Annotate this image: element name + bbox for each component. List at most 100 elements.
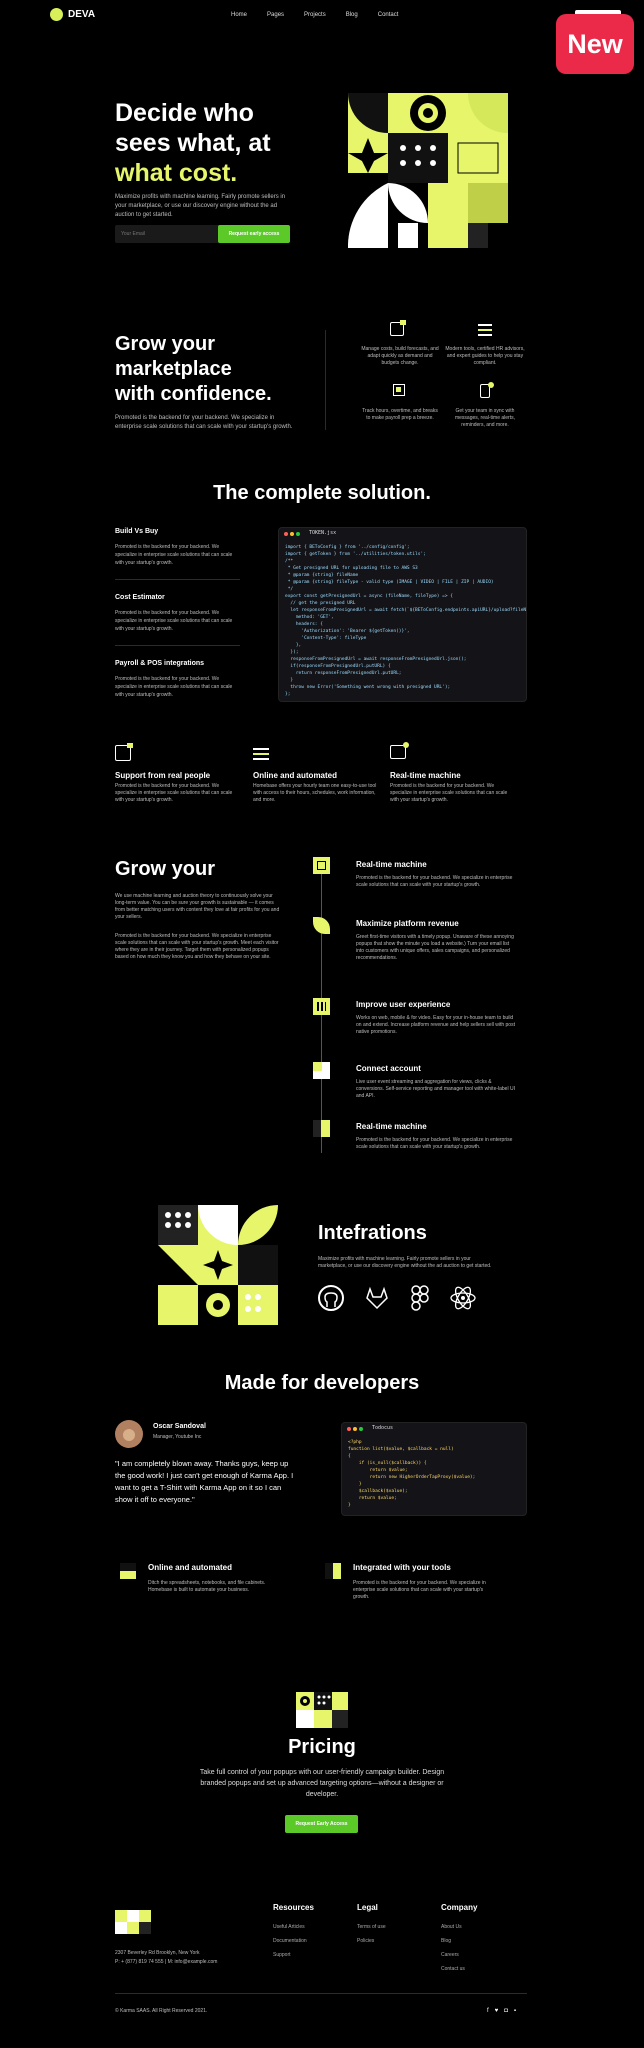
- code-line: $callback($value);: [348, 1489, 408, 1494]
- integrations-description: Maximize profits with machine learning. …: [318, 1256, 492, 1269]
- code-line: */: [285, 587, 294, 592]
- logo-icon[interactable]: [50, 8, 63, 21]
- request-access-button[interactable]: Request early access: [218, 225, 290, 243]
- timeline-grid-icon: [313, 998, 330, 1015]
- figma-icon[interactable]: [410, 1285, 430, 1311]
- footer-link[interactable]: About Us: [441, 1924, 521, 1930]
- code-line: responseFromPresignedUrl = await respons…: [285, 657, 467, 662]
- code-content: import { BEToConfig } from '../config/co…: [285, 544, 527, 698]
- email-input[interactable]: [121, 229, 211, 239]
- integrations-icons: [318, 1285, 476, 1311]
- gitlab-icon[interactable]: [364, 1285, 390, 1311]
- nav-item-home[interactable]: Home: [231, 12, 247, 18]
- chat-icon: [390, 320, 406, 336]
- hero-illustration: [348, 93, 508, 248]
- timeline-paragraph: Promoted is the backend for your backend…: [115, 933, 279, 960]
- linkedin-icon[interactable]: ▪: [514, 2008, 516, 2014]
- brand-name[interactable]: DEVA: [68, 9, 95, 20]
- code-line: function list($value, $callback = null): [348, 1447, 454, 1452]
- feature-block-icon: [120, 1563, 136, 1579]
- divider: [115, 645, 240, 646]
- divider: [115, 579, 240, 580]
- pricing-title: Pricing: [288, 1736, 356, 1758]
- grow-title-line3: with confidence.: [115, 383, 272, 405]
- timeline-item-title: Maximize platform revenue: [356, 919, 459, 928]
- code-line: // get the presigned URL: [285, 601, 356, 606]
- code-line: export const getPresignedUrl = async (fi…: [285, 594, 453, 599]
- hero-description: Maximize profits with machine learning. …: [115, 194, 286, 218]
- footer-link[interactable]: Useful Articles: [273, 1924, 353, 1930]
- code-editor: TOKEN.jsx import { BEToConfig } from '..…: [278, 527, 527, 702]
- pricing-illustration: [296, 1692, 348, 1728]
- feature-title: Real-time machine: [390, 771, 461, 780]
- grow-divider: [325, 330, 326, 430]
- feature-text: Promoted is the backend for your backend…: [390, 783, 508, 803]
- timeline-item-text: Works on web, mobile & for video. Easy f…: [356, 1015, 515, 1035]
- footer-link[interactable]: Terms of use: [357, 1924, 427, 1930]
- new-badge: New: [556, 14, 634, 74]
- social-links: f ♥ ◘ ▪: [487, 2008, 516, 2014]
- feature-block-icon: [325, 1563, 341, 1579]
- code-line: }: [348, 1482, 362, 1487]
- solution-item-text: Promoted is the backend for your backend…: [115, 544, 233, 566]
- code-line: 'Content-Type': fileType: [285, 636, 367, 641]
- testimonial-name: Oscar Sandoval: [153, 1423, 206, 1430]
- timeline-item-title: Connect account: [356, 1064, 421, 1073]
- pricing-cta-button[interactable]: Request Early Access: [285, 1815, 358, 1833]
- footer-link[interactable]: Documentation: [273, 1938, 353, 1944]
- nav-item-blog[interactable]: Blog: [346, 12, 358, 18]
- copyright: © Karma SAAS. All Right Reserved 2021.: [115, 2008, 208, 2014]
- footer-link[interactable]: Careers: [441, 1952, 521, 1958]
- code-line: throw new Error('Something went wrong wi…: [285, 685, 451, 690]
- twitter-icon[interactable]: ♥: [495, 2008, 499, 2014]
- timeline-leaf-icon: [313, 917, 330, 934]
- code-tab[interactable]: Todocus: [372, 1425, 393, 1432]
- code-line: * Get presigned URL for uploading file t…: [285, 566, 418, 571]
- email-form: Request early access: [115, 225, 290, 243]
- react-icon[interactable]: [450, 1285, 476, 1311]
- code-line: <?php: [348, 1440, 362, 1445]
- code-line: if (is_null($callback)) {: [348, 1461, 427, 1466]
- nav-item-projects[interactable]: Projects: [304, 12, 326, 18]
- facebook-icon[interactable]: f: [487, 2008, 489, 2014]
- footer-contact: P: + (877) 819 74 555 | M: info@example.…: [115, 1959, 218, 1965]
- footer-link[interactable]: Support: [273, 1952, 353, 1958]
- code-line: return $value;: [348, 1468, 408, 1473]
- sliders-icon: [478, 322, 492, 336]
- footer-col-title: Legal: [357, 1903, 378, 1912]
- nav-item-contact[interactable]: Contact: [378, 12, 399, 18]
- github-icon[interactable]: [318, 1285, 344, 1311]
- code-line: if(responseFromPresignedUrl.putURL) {: [285, 664, 391, 669]
- hero-title-highlight: what cost.: [115, 159, 238, 187]
- timeline-item-title: Improve user experience: [356, 1000, 451, 1009]
- top-nav: DEVA Home Pages Projects Blog Contact: [0, 0, 644, 32]
- code-content: <?php function list($value, $callback = n…: [348, 1439, 520, 1509]
- solution-title: The complete solution.: [213, 482, 431, 504]
- chip-icon: [393, 384, 405, 396]
- code-line: import { getToken } from '../utilities/t…: [285, 552, 426, 557]
- timeline-marker-icon: [313, 857, 330, 874]
- timeline-item-text: Promoted is the backend for your backend…: [356, 1137, 513, 1150]
- nav-menu: Home Pages Projects Blog Contact: [231, 12, 418, 18]
- phone-icon: [480, 382, 494, 398]
- code-tab[interactable]: TOKEN.jsx: [309, 530, 336, 537]
- solution-item-text: Promoted is the backend for your backend…: [115, 676, 233, 698]
- footer-link[interactable]: Contact us: [441, 1966, 521, 1972]
- footer-link[interactable]: Blog: [441, 1938, 521, 1944]
- code-line: return new HigherOrderTapProxy($value);: [348, 1475, 476, 1480]
- hero-title-line2: sees what, at: [115, 129, 271, 157]
- developer-code-editor: Todocus <?php function list($value, $call…: [341, 1422, 527, 1516]
- avatar: [115, 1420, 143, 1448]
- solution-item-title: Cost Estimator: [115, 594, 165, 601]
- footer-divider: [115, 1993, 527, 1994]
- integrations-title: Intefrations: [318, 1222, 427, 1244]
- code-line: let responseFromPresignedUrl = await fet…: [290, 608, 527, 613]
- feature-title: Online and automated: [253, 771, 338, 780]
- nav-item-pages[interactable]: Pages: [267, 12, 284, 18]
- instagram-icon[interactable]: ◘: [504, 2008, 508, 2014]
- footer-logo[interactable]: [115, 1910, 153, 1936]
- developers-title: Made for developers: [224, 1372, 420, 1394]
- solution-item-title: Build Vs Buy: [115, 528, 159, 535]
- code-line: return responseFromPresignedUrl.putURL;: [285, 671, 402, 676]
- footer-link[interactable]: Policies: [357, 1938, 427, 1944]
